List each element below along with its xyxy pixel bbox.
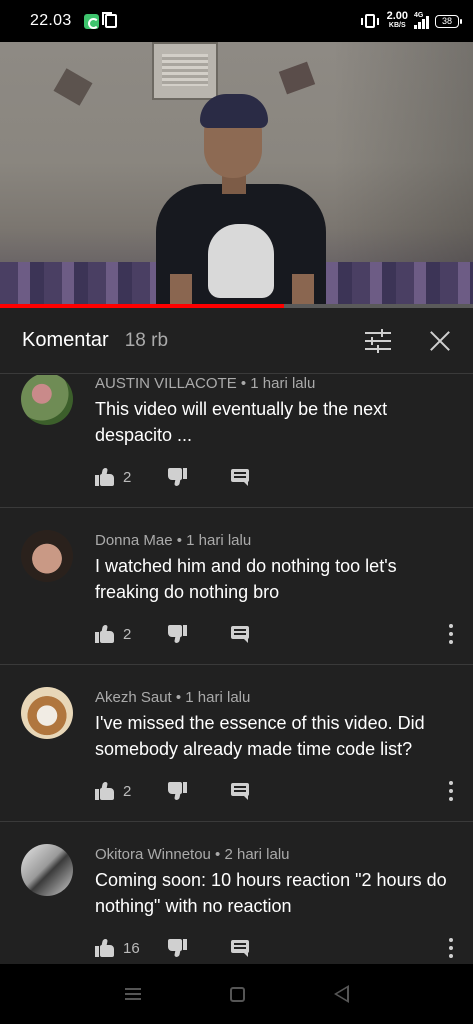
comment-meta: Donna Mae • 1 hari lalu [95, 532, 252, 549]
comments-title: Komentar [22, 329, 109, 351]
like-count: 16 [123, 939, 140, 957]
avatar[interactable] [21, 687, 73, 739]
status-time: 22.03 [30, 12, 72, 29]
copy-icon [101, 12, 117, 28]
comment-text: I watched him and do nothing too let's f… [95, 556, 397, 602]
thumb-up-icon [95, 782, 115, 800]
comments-panel: Komentar 18 rb AUSTIN VILLACOTE • 1 hari… [0, 308, 473, 964]
recent-apps-icon[interactable] [124, 988, 141, 1000]
video-frame-window [152, 42, 218, 100]
thumb-down-icon[interactable] [167, 468, 187, 486]
comment-item: Donna Mae • 1 hari lalu I watched him an… [0, 508, 473, 665]
comment-item: Okitora Winnetou • 2 hari lalu Coming so… [0, 822, 473, 964]
notification-icons [83, 12, 117, 29]
more-options-icon[interactable] [449, 624, 453, 644]
video-frame-person [156, 94, 328, 308]
comment-meta: AUSTIN VILLACOTE • 1 hari lalu [95, 375, 316, 392]
like-button[interactable]: 2 [95, 468, 153, 486]
comment-text: Coming soon: 10 hours reaction "2 hours … [95, 870, 447, 916]
thumb-up-icon [95, 625, 115, 643]
like-button[interactable]: 2 [95, 782, 153, 800]
thumb-up-icon [95, 468, 115, 486]
reply-icon[interactable] [231, 468, 249, 486]
comment-meta: Okitora Winnetou • 2 hari lalu [95, 846, 290, 863]
like-count: 2 [123, 782, 132, 800]
comment-meta: Akezh Saut • 1 hari lalu [95, 689, 251, 706]
app-notification-icon [83, 13, 99, 29]
comments-list[interactable]: AUSTIN VILLACOTE • 1 hari lalu This vide… [0, 375, 473, 964]
avatar[interactable] [21, 375, 73, 425]
battery-level: 38 [441, 16, 452, 26]
network-type: 4G [414, 12, 424, 19]
signal-icon: 4G [414, 12, 429, 29]
network-speed-unit: KB/S [388, 22, 406, 29]
comment-text: I've missed the essence of this video. D… [95, 713, 425, 759]
video-frame-shadow [333, 42, 473, 262]
comment-text: This video will eventually be the next d… [95, 399, 388, 445]
comment-item: Akezh Saut • 1 hari lalu I've missed the… [0, 665, 473, 822]
network-speed-value: 2.00 [386, 10, 408, 22]
battery-icon: 38 [435, 14, 462, 28]
network-speed: 2.00 KB/S [386, 10, 408, 30]
more-options-icon[interactable] [449, 938, 453, 958]
like-button[interactable]: 2 [95, 625, 153, 643]
video-player[interactable] [0, 42, 473, 308]
home-icon[interactable] [229, 986, 245, 1002]
reply-icon[interactable] [231, 625, 249, 643]
thumb-down-icon[interactable] [167, 939, 187, 957]
like-count: 2 [123, 625, 132, 643]
system-navigation-bar [0, 964, 473, 1024]
video-frame-decoration [278, 61, 316, 95]
avatar[interactable] [21, 844, 73, 896]
system-icons: 2.00 KB/S 4G 38 [360, 10, 462, 30]
tune-icon[interactable] [365, 328, 391, 353]
avatar[interactable] [21, 530, 73, 582]
like-count: 2 [123, 468, 132, 486]
comments-header: Komentar 18 rb [0, 308, 473, 374]
vibrate-icon [360, 14, 379, 28]
thumb-up-icon [95, 939, 115, 957]
like-button[interactable]: 16 [95, 939, 153, 957]
back-icon[interactable] [333, 985, 349, 1003]
comment-item: AUSTIN VILLACOTE • 1 hari lalu This vide… [0, 375, 473, 508]
more-options-icon[interactable] [449, 781, 453, 801]
close-icon[interactable] [429, 330, 451, 352]
reply-icon[interactable] [231, 939, 249, 957]
comments-count: 18 rb [124, 329, 169, 351]
thumb-down-icon[interactable] [167, 625, 187, 643]
video-frame-decoration [53, 68, 93, 106]
reply-icon[interactable] [231, 782, 249, 800]
status-bar: 22.03 2.00 KB/S 4G 38 [0, 0, 473, 42]
thumb-down-icon[interactable] [167, 782, 187, 800]
